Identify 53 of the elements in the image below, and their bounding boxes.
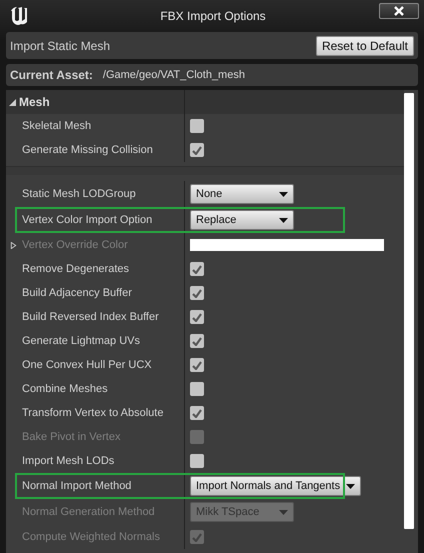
property-label: Generate Lightmap UVs xyxy=(22,335,140,347)
reset-button[interactable]: Reset to Default xyxy=(316,36,414,56)
property-label: Static Mesh LODGroup xyxy=(22,188,136,200)
dropdown[interactable]: None xyxy=(190,184,294,204)
checkbox[interactable] xyxy=(190,358,204,372)
check-icon xyxy=(192,408,202,418)
caret-icon xyxy=(346,484,356,488)
property-label: Build Reversed Index Buffer xyxy=(22,311,159,323)
property-label: Vertex Override Color xyxy=(22,239,128,251)
caret-icon xyxy=(279,218,288,222)
section-title[interactable]: Mesh xyxy=(19,95,50,109)
asset-label: Current Asset: xyxy=(10,68,93,82)
property-label: Skeletal Mesh xyxy=(22,120,92,132)
check-icon xyxy=(192,336,202,346)
scrollbar[interactable] xyxy=(404,93,414,529)
property-label: Generate Missing Collision xyxy=(22,144,153,156)
property-label: Combine Meshes xyxy=(22,383,108,395)
close-button[interactable] xyxy=(379,3,419,19)
logo-icon xyxy=(8,5,30,27)
checkbox[interactable] xyxy=(190,382,204,396)
check-icon xyxy=(192,312,202,322)
import-type-label: Import Static Mesh xyxy=(10,38,110,52)
checkbox[interactable] xyxy=(190,454,204,468)
property-label: Import Mesh LODs xyxy=(22,455,114,467)
asset-path: /Game/geo/VAT_Cloth_mesh xyxy=(102,69,245,81)
checkbox[interactable] xyxy=(190,334,204,348)
checkbox[interactable] xyxy=(190,143,204,157)
window-title: FBX Import Options xyxy=(159,9,267,23)
checkbox[interactable] xyxy=(190,286,204,300)
checkbox[interactable] xyxy=(190,262,204,276)
collapse-arrow-icon[interactable] xyxy=(9,98,16,106)
check-icon xyxy=(192,360,202,370)
close-icon xyxy=(394,6,404,16)
checkbox[interactable] xyxy=(190,119,204,133)
dropdown[interactable]: Import Normals and Tangents xyxy=(190,476,362,496)
property-label: Vertex Color Import Option xyxy=(22,214,152,226)
check-icon xyxy=(192,264,202,274)
checkbox[interactable] xyxy=(190,406,204,420)
property-label: Transform Vertex to Absolute xyxy=(22,407,164,419)
property-label: Build Adjacency Buffer xyxy=(22,287,132,299)
check-icon xyxy=(192,146,202,154)
property-label: Normal Generation Method xyxy=(22,506,155,518)
check-icon xyxy=(192,288,202,298)
property-label: Compute Weighted Normals xyxy=(22,531,160,543)
caret-icon xyxy=(279,192,288,196)
property-label: Bake Pivot in Vertex xyxy=(22,431,120,443)
property-label: Normal Import Method xyxy=(22,480,132,492)
caret-icon xyxy=(279,510,288,514)
dropdown[interactable]: Replace xyxy=(190,210,294,230)
property-label: Remove Degenerates xyxy=(22,263,130,275)
checkbox[interactable] xyxy=(190,310,204,324)
property-label: One Convex Hull Per UCX xyxy=(22,359,152,371)
check-icon xyxy=(192,532,202,542)
